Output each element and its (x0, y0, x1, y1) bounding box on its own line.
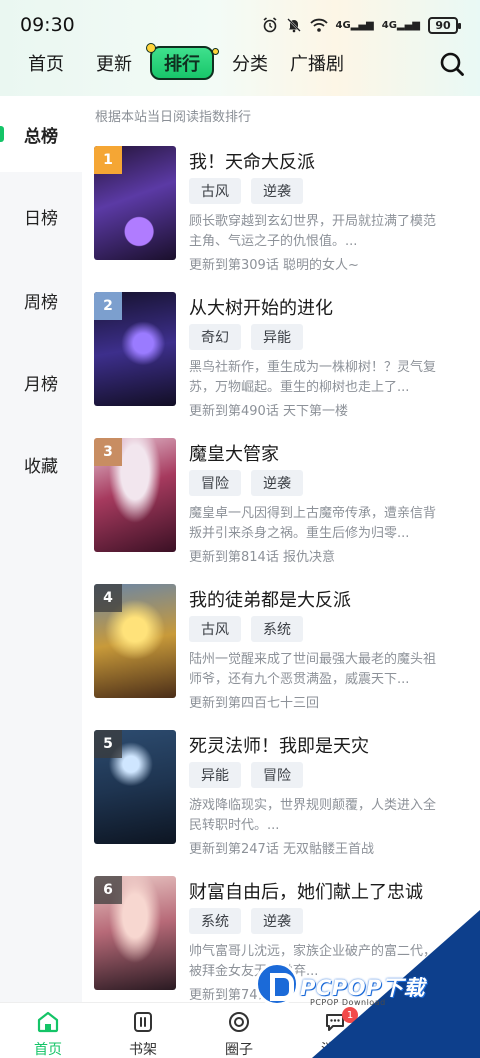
wifi-icon (309, 18, 328, 32)
comic-cover[interactable]: 6 (94, 876, 176, 990)
genre-tag[interactable]: 冒险 (189, 470, 241, 496)
list-hint: 根据本站当日阅读指数排行 (95, 110, 252, 125)
latest-update: 更新到第247话 无双骷髅王首战 (189, 842, 374, 857)
comic-title[interactable]: 我！天命大反派 (189, 148, 315, 174)
genre-tag[interactable]: 古风 (189, 178, 241, 204)
list-item[interactable]: 3 魔皇大管家 冒险 逆袭 魔皇卓一凡因得到上古魔帝传承，遭亲信背叛并引来杀身之… (94, 438, 474, 578)
list-item[interactable]: 2 从大树开始的进化 奇幻 异能 黑鸟社新作，重生成为一株柳树！？灵气复苏，万物… (94, 292, 474, 432)
tab-circle[interactable]: 圈子 (204, 1009, 274, 1058)
list-item[interactable]: 1 我！天命大反派 古风 逆袭 顾长歌穿越到玄幻世界，开局就拉满了模范主角、气运… (94, 146, 474, 286)
comic-cover[interactable]: 5 (94, 730, 176, 844)
mute-icon (286, 18, 301, 33)
sidebar-item-daily[interactable]: 日榜 (0, 178, 82, 254)
comic-cover[interactable]: 1 (94, 146, 176, 260)
tab-label: 首页 (34, 1042, 62, 1058)
nav-ranking[interactable]: 排行 (146, 43, 219, 82)
comic-cover[interactable]: 3 (94, 438, 176, 552)
sidebar-item-monthly[interactable]: 月榜 (0, 344, 82, 420)
app-header: 09:30 4G▂▄▆ 4G▂▄▆ 90 首页 更新 排行 分类 广播剧 (0, 0, 480, 96)
rank-badge: 4 (94, 584, 122, 612)
comic-description: 魔皇卓一凡因得到上古魔帝传承，遭亲信背叛并引来杀身之祸。重生后修为归零... (189, 506, 437, 541)
comic-description: 游戏降临现实，世界规则颠覆，人类进入全民转职时代。... (189, 798, 437, 833)
list-item[interactable]: 5 死灵法师！我即是天灾 异能 冒险 游戏降临现实，世界规则颠覆，人类进入全民转… (94, 730, 474, 870)
tag-list: 异能 冒险 (189, 762, 303, 788)
genre-tag[interactable]: 异能 (251, 324, 303, 350)
tab-bookshelf[interactable]: 书架 (108, 1009, 178, 1058)
ranking-sidebar: 总榜 日榜 周榜 月榜 收藏 (0, 96, 82, 1002)
genre-tag[interactable]: 逆袭 (251, 908, 303, 934)
sidebar-item-label: 月榜 (24, 374, 58, 395)
comic-cover[interactable]: 4 (94, 584, 176, 698)
comic-description: 陆州一觉醒来成了世间最强大最老的魔头祖师爷，还有九个恶贯满盈，威震天下... (189, 652, 437, 687)
tag-list: 系统 逆袭 (189, 908, 303, 934)
comic-description: 黑鸟社新作，重生成为一株柳树！？灵气复苏，万物崛起。重生的柳树也走上了... (189, 360, 437, 395)
genre-tag[interactable]: 逆袭 (251, 178, 303, 204)
latest-update: 更新到第309话 聪明的女人~ (189, 258, 359, 273)
nav-categories[interactable]: 分类 (232, 50, 268, 76)
top-nav: 首页 更新 排行 分类 广播剧 (0, 43, 480, 84)
genre-tag[interactable]: 古风 (189, 616, 241, 642)
sidebar-item-label: 总榜 (24, 126, 58, 147)
rank-badge: 2 (94, 292, 122, 320)
genre-tag[interactable]: 系统 (189, 908, 241, 934)
rank-badge: 6 (94, 876, 122, 904)
sidebar-item-favorites[interactable]: 收藏 (0, 426, 82, 502)
rank-badge: 3 (94, 438, 122, 466)
tag-list: 古风 系统 (189, 616, 303, 642)
nav-ranking-label: 排行 (164, 54, 200, 75)
tag-list: 奇幻 异能 (189, 324, 303, 350)
genre-tag[interactable]: 奇幻 (189, 324, 241, 350)
sidebar-item-weekly[interactable]: 周榜 (0, 262, 82, 338)
genre-tag[interactable]: 冒险 (251, 762, 303, 788)
latest-update: 更新到第四百七十三回 (189, 696, 320, 711)
status-icons: 4G▂▄▆ 4G▂▄▆ 90 (262, 16, 461, 34)
genre-tag[interactable]: 系统 (251, 616, 303, 642)
comic-cover[interactable]: 2 (94, 292, 176, 406)
rank-badge: 1 (94, 146, 122, 174)
latest-update: 更新到第490话 天下第一楼 (189, 404, 348, 419)
sidebar-item-label: 日榜 (24, 208, 58, 229)
search-icon[interactable] (438, 50, 466, 78)
nav-home[interactable]: 首页 (28, 50, 64, 76)
sidebar-item-label: 收藏 (24, 456, 58, 477)
list-item[interactable]: 4 我的徒弟都是大反派 古风 系统 陆州一觉醒来成了世间最强大最老的魔头祖师爷，… (94, 584, 474, 724)
genre-tag[interactable]: 异能 (189, 762, 241, 788)
tag-list: 古风 逆袭 (189, 178, 303, 204)
tab-label: 圈子 (225, 1042, 253, 1058)
bookshelf-icon (134, 1012, 152, 1032)
signal-4g-1-label: 4G (335, 19, 351, 31)
watermark-logo (255, 962, 299, 1006)
tag-list: 冒险 逆袭 (189, 470, 303, 496)
comic-title[interactable]: 魔皇大管家 (189, 440, 279, 466)
comic-description: 顾长歌穿越到玄幻世界，开局就拉满了模范主角、气运之子的仇恨值。... (189, 214, 437, 249)
alarm-icon (263, 17, 276, 33)
ranking-list: 根据本站当日阅读指数排行 1 我！天命大反派 古风 逆袭 顾长歌穿越到玄幻世界，… (82, 96, 480, 1002)
battery-indicator: 90 (428, 16, 461, 34)
status-time: 09:30 (20, 14, 75, 36)
sidebar-item-overall[interactable]: 总榜 (0, 96, 82, 172)
comic-title[interactable]: 从大树开始的进化 (189, 294, 333, 320)
sidebar-item-label: 周榜 (24, 292, 58, 313)
watermark-subtext: PCPOP Download (310, 998, 386, 1007)
comic-title[interactable]: 我的徒弟都是大反派 (189, 586, 351, 612)
nav-updates[interactable]: 更新 (96, 50, 132, 76)
circle-icon (229, 1012, 249, 1032)
comic-title[interactable]: 死灵法师！我即是天灾 (189, 732, 369, 758)
home-icon (37, 1011, 59, 1033)
rank-badge: 5 (94, 730, 122, 758)
tab-label: 书架 (129, 1042, 157, 1058)
tab-home[interactable]: 首页 (13, 1009, 83, 1058)
latest-update: 更新到第814话 报仇决意 (189, 550, 335, 565)
signal-4g-2: 4G▂▄▆ (381, 19, 420, 31)
signal-4g-2-label: 4G (381, 19, 397, 31)
signal-4g-1: 4G▂▄▆ (335, 19, 374, 31)
genre-tag[interactable]: 逆袭 (251, 470, 303, 496)
comic-title[interactable]: 财富自由后，她们献上了忠诚 (189, 878, 423, 904)
nav-audio-drama[interactable]: 广播剧 (290, 50, 344, 76)
status-bar: 09:30 4G▂▄▆ 4G▂▄▆ 90 (20, 12, 461, 38)
